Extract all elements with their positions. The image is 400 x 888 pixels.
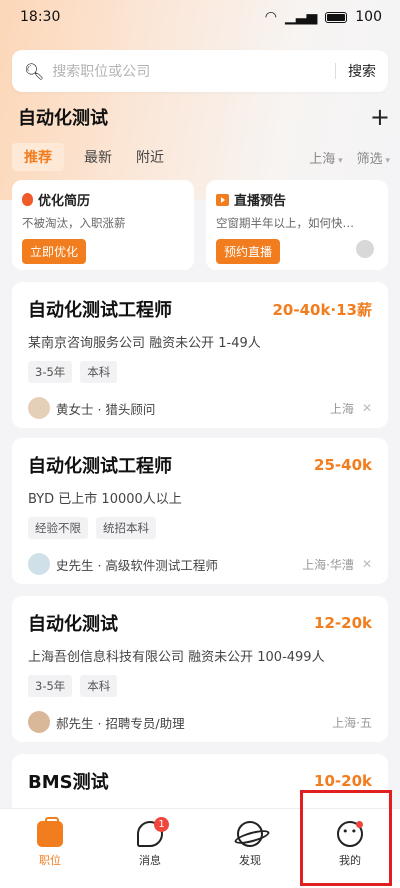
status-icons: ◠ ▁▃▅ 100 [265,9,382,25]
nav-jobs[interactable]: 职位 [0,817,100,868]
avatar [28,397,50,419]
tabs-row: 推荐 最新 附近 上海 筛选 [12,142,390,172]
highlight-box [300,790,392,886]
promo-subtitle: 不被淘汰，入职涨薪 [22,216,126,230]
job-tag: 统招本科 [96,517,156,539]
job-title: BMS测试 [28,772,109,793]
job-salary: 25-40k [314,456,372,474]
recruiter: 黄女士 · 猎头顾问 [56,401,156,417]
promo-title-text: 优化简历 [38,194,91,209]
job-tags: 3-5年 本科 [28,361,372,383]
chat-icon: 1 [137,817,169,847]
job-tag: 本科 [80,675,118,697]
job-company: 上海吾创信息科技有限公司 融资未公开 100-499人 [28,650,325,665]
tab-recommend[interactable]: 推荐 [12,143,64,171]
job-tag: 本科 [80,361,118,383]
search-button[interactable]: 搜索 [348,61,376,81]
close-icon[interactable]: ✕ [362,401,372,415]
job-card[interactable]: 自动化测试工程师 25-40k BYD 已上市 10000人以上 经验不限 统招… [12,438,388,584]
signal-icon: ▁▃▅ [284,9,318,25]
job-salary: 10-20k [314,772,372,790]
nav-label: 消息 [139,854,161,867]
wifi-icon: ◠ [264,9,277,25]
job-tag: 经验不限 [28,517,88,539]
nav-label: 职位 [39,854,61,867]
briefcase-icon [37,817,63,847]
tab-nearby[interactable]: 附近 [136,147,164,167]
filter-button[interactable]: 筛选 [357,148,390,167]
flame-icon [22,193,33,206]
search-divider [335,63,336,79]
recruiter: 史先生 · 高级软件测试工程师 [56,557,218,573]
close-icon[interactable]: ✕ [362,557,372,571]
city-filter[interactable]: 上海 [309,148,342,167]
live-icon [216,193,229,206]
promo-title-text: 直播预告 [234,194,287,209]
job-tag: 3-5年 [28,361,73,383]
message-badge: 1 [154,817,169,832]
add-icon[interactable]: + [370,105,390,129]
job-company: 某南京咨询服务公司 融资未公开 1-49人 [28,336,261,351]
status-time: 18:30 [20,9,61,25]
avatar [28,553,50,575]
job-tags: 经验不限 统招本科 [28,517,372,539]
tab-latest[interactable]: 最新 [84,147,112,167]
promo-card-live[interactable]: 直播预告 空窗期半年以上，如何快… 预约直播 [206,180,388,270]
title-row: 自动化测试 + [18,102,390,132]
avatar [28,711,50,733]
promo-title: 直播预告 [216,190,378,209]
search-input[interactable]: 搜索职位或公司 [52,61,335,81]
job-tag: 3-5年 [28,675,73,697]
search-icon: 🔍︎ [24,61,45,81]
page-title: 自动化测试 [18,108,108,129]
status-bar: 18:30 ◠ ▁▃▅ 100 [0,0,400,34]
job-card[interactable]: 自动化测试 12-20k 上海吾创信息科技有限公司 融资未公开 100-499人… [12,596,388,742]
planet-icon [237,821,263,847]
search-bar[interactable]: 🔍︎ 搜索职位或公司 搜索 [12,50,388,92]
job-title: 自动化测试 [28,614,118,635]
avatar [354,238,376,260]
job-salary: 12-20k [314,614,372,632]
reserve-live-button[interactable]: 预约直播 [216,239,281,264]
job-tags: 3-5年 本科 [28,675,372,697]
battery-level: 100 [355,9,382,25]
job-title: 自动化测试工程师 [28,300,172,321]
battery-icon [325,11,348,23]
nav-label: 发现 [239,854,261,867]
promo-title: 优化简历 [22,190,184,209]
job-location: 上海·华漕 [302,557,354,572]
job-card[interactable]: 自动化测试工程师 20-40k·13薪 某南京咨询服务公司 融资未公开 1-49… [12,282,388,428]
promo-card-resume[interactable]: 优化简历 不被淘汰，入职涨薪 立即优化 [12,180,194,270]
nav-messages[interactable]: 1 消息 [100,817,200,868]
job-location: 上海·五 [332,715,372,730]
promo-subtitle: 空窗期半年以上，如何快… [216,216,354,230]
nav-discover[interactable]: 发现 [200,821,300,868]
job-salary: 20-40k·13薪 [272,300,372,319]
job-company: BYD 已上市 10000人以上 [28,492,182,507]
filter-group: 上海 筛选 [309,148,390,167]
job-title: 自动化测试工程师 [28,456,172,477]
recruiter: 郝先生 · 招聘专员/助理 [56,715,185,731]
optimize-button[interactable]: 立即优化 [22,239,87,264]
job-location: 上海 [329,401,354,416]
